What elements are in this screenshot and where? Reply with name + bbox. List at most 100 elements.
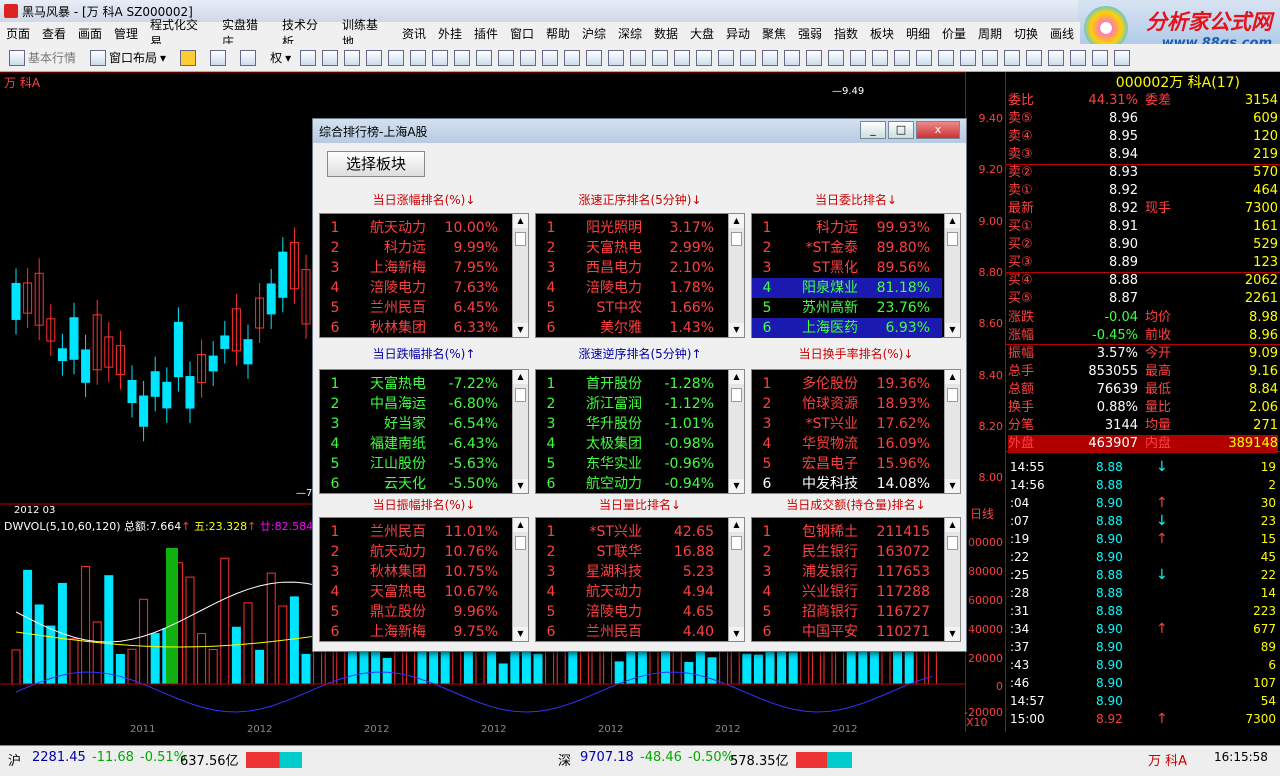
scroll-up-icon[interactable]: ▲ — [513, 214, 528, 228]
ranking-list[interactable]: 1 天富热电 -7.22% 2 中昌海运 -6.80% 3 好当家 -6.54% 4 … — [319, 369, 529, 494]
ranking-row[interactable]: 6 中国平安 110271 — [752, 622, 942, 642]
toolbar-icon[interactable] — [1070, 49, 1087, 66]
ranking-list[interactable]: 1 包钢稀土 211415 2 民生银行 163072 3 浦发银行 117653 4… — [751, 517, 961, 642]
toolbar-icon[interactable] — [322, 49, 339, 66]
scroll-thumb[interactable] — [731, 388, 742, 402]
scroll-down-icon[interactable]: ▼ — [729, 627, 744, 641]
toolbar-icon[interactable] — [718, 49, 735, 66]
ranking-row[interactable]: 1 兰州民百 11.01% — [320, 522, 510, 542]
scroll-down-icon[interactable]: ▼ — [729, 479, 744, 493]
toolbar-icon[interactable] — [542, 49, 559, 66]
menu-item[interactable]: 帮助 — [540, 25, 576, 42]
toolbar-icon[interactable] — [740, 49, 757, 66]
menu-item[interactable]: 数据 — [648, 25, 684, 42]
scroll-thumb[interactable] — [947, 536, 958, 550]
ranking-row[interactable]: 1 多伦股份 19.36% — [752, 374, 942, 394]
ranking-list[interactable]: 1 *ST兴业 42.65 2 ST联华 16.88 3 星湖科技 5.23 4 航天… — [535, 517, 745, 642]
toolbar-icon[interactable] — [1114, 49, 1131, 66]
toolbar-icon[interactable] — [388, 49, 405, 66]
ranking-list[interactable]: 1 首开股份 -1.28% 2 浙江富润 -1.12% 3 华升股份 -1.01% 4… — [535, 369, 745, 494]
ranking-row[interactable]: 1 包钢稀土 211415 — [752, 522, 942, 542]
ranking-row[interactable]: 2 天富热电 2.99% — [536, 238, 726, 258]
ranking-list[interactable]: 1 多伦股份 19.36% 2 怡球资源 18.93% 3 *ST兴业 17.62%… — [751, 369, 961, 494]
toolbar-icon[interactable] — [498, 49, 515, 66]
scroll-down-icon[interactable]: ▼ — [729, 323, 744, 337]
ranking-row[interactable]: 1 天富热电 -7.22% — [320, 374, 510, 394]
menu-item[interactable]: 资讯 — [396, 25, 432, 42]
ranking-row[interactable]: 5 鼎立股份 9.96% — [320, 602, 510, 622]
toolbar-icon[interactable] — [806, 49, 823, 66]
toolbar-icon[interactable] — [916, 49, 933, 66]
ranking-row[interactable]: 5 招商银行 116727 — [752, 602, 942, 622]
toolbar-icon[interactable] — [1004, 49, 1021, 66]
ranking-row[interactable]: 6 云天化 -5.50% — [320, 474, 510, 494]
ranking-row[interactable]: 5 兰州民百 6.45% — [320, 298, 510, 318]
ranking-row[interactable]: 4 航天动力 4.94 — [536, 582, 726, 602]
toolbar-icon[interactable] — [1092, 49, 1109, 66]
scroll-up-icon[interactable]: ▲ — [513, 370, 528, 384]
ranking-row[interactable]: 6 兰州民百 4.40 — [536, 622, 726, 642]
scroll-thumb[interactable] — [515, 388, 526, 402]
period-label[interactable]: 日线 — [970, 505, 994, 522]
ranking-row[interactable]: 2 浙江富润 -1.12% — [536, 394, 726, 414]
toolbar-icon[interactable] — [476, 49, 493, 66]
quan-button[interactable]: 权 ▾ — [265, 48, 296, 68]
ranking-row[interactable]: 4 阳泉煤业 81.18% — [752, 278, 942, 298]
ranking-row[interactable]: 4 天富热电 10.67% — [320, 582, 510, 602]
scrollbar[interactable]: ▲ ▼ — [728, 518, 744, 641]
ranking-row[interactable]: 1 阳光照明 3.17% — [536, 218, 726, 238]
ranking-row[interactable]: 2 民生银行 163072 — [752, 542, 942, 562]
menu-item[interactable]: 指数 — [828, 25, 864, 42]
toolbar-icon[interactable] — [960, 49, 977, 66]
ranking-row[interactable]: 5 涪陵电力 4.65 — [536, 602, 726, 622]
basic-quote-button[interactable]: 基本行情 — [4, 48, 81, 68]
toolbar-icon[interactable] — [696, 49, 713, 66]
scroll-down-icon[interactable]: ▼ — [513, 627, 528, 641]
tool-button[interactable] — [205, 48, 231, 68]
menu-item[interactable]: 管理 — [108, 25, 144, 42]
ranking-row[interactable]: 6 美尔雅 1.43% — [536, 318, 726, 338]
ranking-row[interactable]: 3 星湖科技 5.23 — [536, 562, 726, 582]
menu-item[interactable]: 窗口 — [504, 25, 540, 42]
menu-item[interactable]: 价量 — [936, 25, 972, 42]
scroll-up-icon[interactable]: ▲ — [513, 518, 528, 532]
ranking-row[interactable]: 5 ST中农 1.66% — [536, 298, 726, 318]
ranking-row[interactable]: 2 科力远 9.99% — [320, 238, 510, 258]
toolbar-icon[interactable] — [784, 49, 801, 66]
toolbar-icon[interactable] — [410, 49, 427, 66]
toolbar-icon[interactable] — [652, 49, 669, 66]
cross-button[interactable] — [235, 48, 261, 68]
ranking-row[interactable]: 3 ST黑化 89.56% — [752, 258, 942, 278]
ranking-row[interactable]: 3 浦发银行 117653 — [752, 562, 942, 582]
menu-item[interactable]: 沪综 — [576, 25, 612, 42]
ranking-row[interactable]: 2 中昌海运 -6.80% — [320, 394, 510, 414]
ranking-row[interactable]: 2 怡球资源 18.93% — [752, 394, 942, 414]
ranking-row[interactable]: 6 中发科技 14.08% — [752, 474, 942, 494]
minimize-button[interactable]: _ — [860, 121, 886, 139]
menu-item[interactable]: 强弱 — [792, 25, 828, 42]
ranking-row[interactable]: 2 ST联华 16.88 — [536, 542, 726, 562]
scroll-down-icon[interactable]: ▼ — [945, 479, 960, 493]
menu-item[interactable]: 周期 — [972, 25, 1008, 42]
scrollbar[interactable]: ▲ ▼ — [512, 214, 528, 337]
ranking-row[interactable]: 5 宏昌电子 15.96% — [752, 454, 942, 474]
ranking-row[interactable]: 1 航天动力 10.00% — [320, 218, 510, 238]
toolbar-icon[interactable] — [1026, 49, 1043, 66]
ranking-row[interactable]: 6 航空动力 -0.94% — [536, 474, 726, 494]
scroll-up-icon[interactable]: ▲ — [945, 518, 960, 532]
scroll-thumb[interactable] — [731, 536, 742, 550]
scroll-up-icon[interactable]: ▲ — [729, 214, 744, 228]
ranking-row[interactable]: 4 华贸物流 16.09% — [752, 434, 942, 454]
menu-item[interactable]: 查看 — [36, 25, 72, 42]
toolbar-icon[interactable] — [300, 49, 317, 66]
close-button[interactable]: x — [916, 121, 960, 139]
ranking-list[interactable]: 1 兰州民百 11.01% 2 航天动力 10.76% 3 秋林集团 10.75% 4… — [319, 517, 529, 642]
toolbar-icon[interactable] — [586, 49, 603, 66]
scroll-up-icon[interactable]: ▲ — [945, 370, 960, 384]
ranking-row[interactable]: 3 *ST兴业 17.62% — [752, 414, 942, 434]
toolbar-icon[interactable] — [366, 49, 383, 66]
menu-item[interactable]: 画线 — [1044, 25, 1080, 42]
ranking-row[interactable]: 6 上海新梅 9.75% — [320, 622, 510, 642]
toolbar-icon[interactable] — [828, 49, 845, 66]
select-sector-button[interactable]: 选择板块 — [327, 151, 425, 177]
